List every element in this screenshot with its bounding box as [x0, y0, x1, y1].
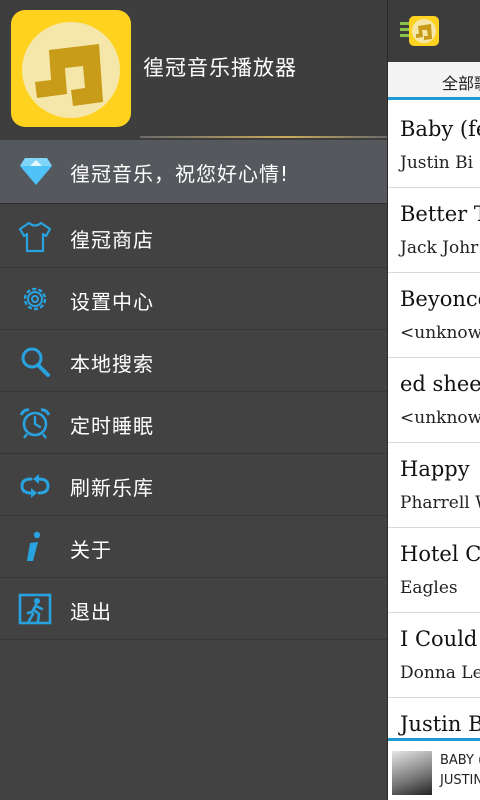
song-artist: <unknow [400, 408, 480, 428]
now-playing-bar[interactable]: BABY ( JUSTIN [388, 738, 480, 800]
song-row[interactable]: I Could N Donna Le [388, 613, 480, 698]
tab-bar: 全部歌 [388, 62, 480, 100]
song-artist: Jack Johr [400, 238, 479, 258]
menu-item-label: 设置中心 [70, 290, 154, 314]
info-icon [17, 530, 53, 564]
song-row[interactable]: Beyonce <unknow [388, 273, 480, 358]
exit-icon [17, 592, 53, 626]
song-row[interactable]: ed shee <unknow [388, 358, 480, 443]
navigation-drawer: 徨冠音乐播放器 徨冠音乐，祝您好心情! 徨冠商店 设置中心 本地搜索 定时睡眠 … [0, 0, 387, 800]
app-logo-icon [11, 10, 131, 127]
song-artist: Justin Bi [400, 153, 474, 173]
album-art-thumbnail [392, 751, 432, 795]
menu-item-label: 徨冠商店 [70, 228, 154, 252]
menu-item-exit[interactable]: 退出 [0, 578, 387, 640]
song-artist: Eagles [400, 578, 458, 598]
refresh-icon [17, 468, 53, 502]
menu-item-label: 关于 [70, 538, 112, 562]
song-artist: Pharrell W [400, 493, 480, 513]
song-title: ed shee [400, 372, 480, 396]
tab-all-songs[interactable]: 全部歌 [442, 70, 480, 94]
menu-item-sleep-timer[interactable]: 定时睡眠 [0, 392, 387, 454]
song-title: Hotel Ca [400, 542, 480, 566]
song-artist: <unknow [400, 323, 480, 343]
menu-item-store[interactable]: 徨冠商店 [0, 206, 387, 268]
song-row[interactable]: Better T Jack Johr [388, 188, 480, 273]
now-playing-artist: JUSTIN [440, 773, 480, 788]
greeting-banner[interactable]: 徨冠音乐，祝您好心情! [0, 140, 387, 204]
song-title: Happy [400, 457, 470, 481]
song-title: Baby (fe [400, 117, 480, 141]
greeting-text: 徨冠音乐，祝您好心情! [70, 162, 290, 186]
song-list-screen: 全部歌 Baby (fe Justin Bi Better T Jack Joh… [387, 0, 480, 800]
gear-icon [17, 282, 53, 316]
song-row[interactable]: Hotel Ca Eagles [388, 528, 480, 613]
song-title: Justin B [400, 712, 480, 736]
drawer-header: 徨冠音乐播放器 [0, 0, 387, 140]
menu-item-label: 退出 [70, 600, 112, 624]
app-logo-icon[interactable] [409, 16, 439, 46]
alarm-clock-icon [17, 406, 53, 440]
menu-item-settings[interactable]: 设置中心 [0, 268, 387, 330]
song-artist: Donna Le [400, 663, 480, 683]
menu-item-label: 本地搜索 [70, 352, 154, 376]
search-icon [17, 344, 53, 378]
song-title: Better T [400, 202, 480, 226]
now-playing-title: BABY ( [440, 753, 480, 768]
song-title: Beyonce [400, 287, 480, 311]
song-title: I Could N [400, 627, 480, 651]
header-divider [140, 136, 387, 138]
tshirt-icon [17, 220, 53, 254]
action-bar [388, 0, 480, 62]
menu-item-refresh-library[interactable]: 刷新乐库 [0, 454, 387, 516]
menu-item-label: 刷新乐库 [70, 476, 154, 500]
menu-item-local-search[interactable]: 本地搜索 [0, 330, 387, 392]
menu-item-label: 定时睡眠 [70, 414, 154, 438]
menu-item-about[interactable]: 关于 [0, 516, 387, 578]
app-name: 徨冠音乐播放器 [143, 56, 297, 80]
song-row[interactable]: Happy Pharrell W [388, 443, 480, 528]
song-row[interactable]: Baby (fe Justin Bi [388, 103, 480, 188]
diamond-icon [19, 156, 53, 190]
